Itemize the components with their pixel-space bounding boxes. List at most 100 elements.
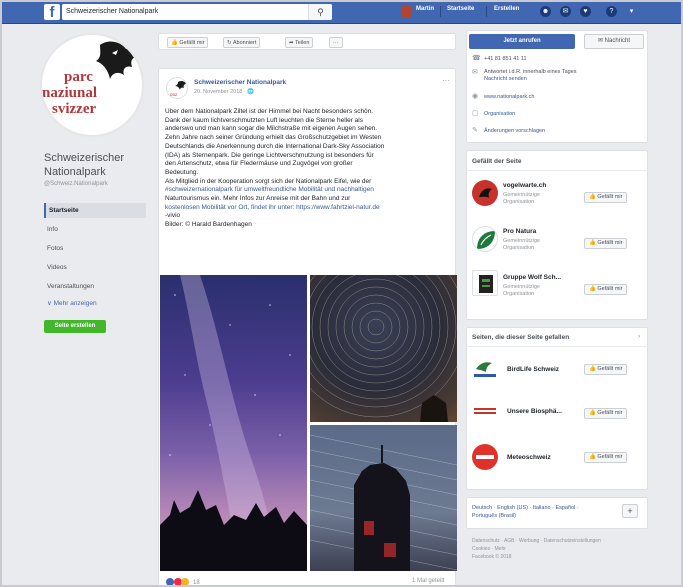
category-icon: ▢ — [472, 110, 479, 117]
nav-item-show-more[interactable]: ∨ Mehr anzeigen — [44, 296, 146, 311]
external-link[interactable]: kostenlosen Mobilität vor Ort, findet ih… — [165, 204, 451, 213]
post-text-line: Zehn Jahre nach seiner Gründung erhielt … — [165, 134, 382, 142]
send-message-link[interactable]: Nachricht senden — [484, 76, 527, 83]
gruppe-wolf-logo[interactable] — [472, 270, 498, 296]
liked-page-name[interactable]: BirdLife Schweiz — [507, 366, 559, 373]
call-button[interactable]: Jetzt anrufen — [469, 34, 575, 49]
post-author-avatar[interactable]: pnz — [166, 77, 188, 99]
nav-item-photos[interactable]: Fotos — [44, 241, 146, 256]
search-icon[interactable]: ⚲ — [308, 4, 332, 20]
chevron-right-icon[interactable]: › — [638, 333, 640, 340]
liked-page-name[interactable]: Unsere Biosphä... — [507, 408, 562, 415]
observatory-image — [310, 434, 457, 571]
phone-number[interactable]: +41 81 851 41 11 — [484, 56, 527, 63]
help-icon[interactable]: ? — [606, 6, 617, 17]
add-language-button[interactable]: + — [622, 504, 638, 518]
post-text-line: den Artenschutz, etwa für Fledermäuse un… — [165, 160, 353, 168]
like-page-button[interactable]: 👍 Gefällt mir — [584, 408, 628, 419]
share-label: Teilen — [295, 40, 310, 46]
user-avatar[interactable] — [401, 6, 412, 17]
divider — [440, 6, 441, 17]
page-action-bar: 👍 Gefällt mir ↻ Abonniert ➦ Teilen ··· — [158, 33, 456, 50]
bird-icon — [479, 188, 492, 198]
chevron-down-icon: ∨ — [47, 300, 54, 307]
like-page-button[interactable]: 👍 Gefällt mir — [584, 192, 628, 203]
page-profile-picture[interactable]: parc naziunal svizzer wild — [40, 33, 144, 137]
footer-links[interactable]: Datenschutz · AGB · Werbung · Datenschut… — [472, 538, 601, 545]
chevron-down-icon[interactable]: ▾ — [626, 6, 637, 17]
post-timestamp[interactable]: 20. November 2018 · 🌐 — [194, 89, 254, 95]
weather-icon — [476, 455, 494, 459]
like-reaction-icon — [166, 578, 174, 586]
subscribe-button[interactable]: ↻ Abonniert — [223, 37, 261, 48]
logo-tagline: wild — [122, 131, 136, 137]
nav-item-info[interactable]: Info — [44, 222, 146, 237]
post-text-line: Als Mitglied in der Kooperation sorgt si… — [165, 177, 372, 185]
logo-text-line: parc — [64, 69, 93, 85]
post-text-line: Bedeutung. — [165, 168, 199, 176]
like-page-button[interactable]: 👍 Gefällt mir — [584, 238, 628, 249]
like-page-button[interactable]: 👍 Gefällt mir — [167, 37, 209, 48]
liked-page-name[interactable]: Gruppe Wolf Sch... — [503, 274, 561, 281]
profile-link[interactable]: Martin — [416, 6, 434, 12]
messenger-icon[interactable]: ✉ — [560, 6, 571, 17]
pro-natura-logo[interactable] — [472, 226, 498, 252]
home-link[interactable]: Startseite — [447, 6, 474, 12]
liked-page-name[interactable]: Pro Natura — [503, 228, 536, 235]
like-label: Gefällt mir — [597, 410, 623, 416]
star-trails-photo[interactable] — [310, 275, 457, 422]
milky-way-image — [160, 275, 307, 571]
like-label: Gefällt mir — [597, 366, 623, 372]
friend-requests-icon[interactable]: ☻ — [540, 6, 551, 17]
biosphere-icon — [474, 408, 496, 414]
liked-page-name[interactable]: vogelwarte.ch — [503, 182, 546, 189]
post-text-line: (IDA) als Sternenpark. Die geringe Licht… — [165, 151, 374, 159]
meteoschweiz-logo[interactable] — [472, 444, 498, 470]
biosphere-logo[interactable] — [472, 398, 498, 424]
response-time: Antwortet i.d.R. innerhalb eines Tages — [484, 69, 577, 75]
reactions-summary[interactable]: 18 — [166, 578, 200, 586]
divider — [466, 346, 648, 347]
language-links[interactable]: Português (Brasil) — [472, 512, 516, 520]
birdlife-logo[interactable] — [472, 355, 498, 381]
create-link[interactable]: Erstellen — [494, 6, 519, 12]
liked-page-category: Gemeinnützige Organisation — [503, 238, 540, 251]
wolf-icon — [479, 275, 493, 293]
message-button[interactable]: ✉ Nachricht — [584, 34, 644, 49]
notifications-icon[interactable]: ♥ — [580, 6, 591, 17]
post-options-icon[interactable]: ··· — [442, 76, 450, 85]
nav-item-videos[interactable]: Videos — [44, 260, 146, 275]
category-link[interactable]: Organisation — [484, 111, 515, 118]
language-links[interactable]: Deutsch · English (US) · Italiano · Espa… — [472, 504, 579, 512]
share-button[interactable]: ➦ Teilen — [285, 37, 314, 48]
post-text-line: -vivio — [165, 212, 181, 220]
observatory-star-trails-photo[interactable] — [310, 425, 457, 571]
post-author-name[interactable]: Schweizerischer Nationalpark — [194, 79, 286, 86]
nav-item-home[interactable]: Startseite — [44, 203, 146, 218]
hashtag-link[interactable]: #schweizernationalpark für umweltfreundl… — [165, 186, 451, 195]
liked-page-name[interactable]: Meteoschweiz — [507, 454, 551, 461]
like-label: Gefällt mir — [597, 286, 623, 292]
divider — [466, 170, 648, 171]
vogelwarte-logo[interactable] — [472, 180, 498, 206]
website-link[interactable]: www.nationalpark.ch — [484, 94, 534, 101]
milky-way-photo[interactable] — [160, 275, 307, 571]
like-page-button[interactable]: 👍 Gefällt mir — [584, 364, 628, 375]
suggest-edits-link[interactable]: Änderungen vorschlagen — [484, 128, 545, 135]
divider — [486, 6, 487, 17]
more-options-button[interactable]: ··· — [329, 37, 343, 48]
create-page-button[interactable]: Seite erstellen — [44, 320, 106, 333]
facebook-logo-icon[interactable]: f — [44, 4, 60, 20]
nav-item-events[interactable]: Veranstaltungen — [44, 279, 146, 294]
post-text-line: Bilder: © Harald Bardenhagen — [165, 221, 252, 229]
like-page-button[interactable]: 👍 Gefällt mir — [584, 284, 628, 295]
footer-links[interactable]: Cookies · Mehr — [472, 546, 506, 553]
search-input[interactable]: Schweizerischer Nationalpark — [62, 4, 332, 20]
card-title: Seiten, die dieser Seite gefallen — [472, 334, 570, 341]
pencil-icon: ✎ — [472, 127, 478, 134]
wow-reaction-icon — [181, 578, 190, 586]
share-count[interactable]: 1 Mal geteilt — [412, 578, 444, 584]
like-page-button[interactable]: 👍 Gefällt mir — [584, 452, 628, 463]
post-body: Über dem Nationalpark Ziltel ist der Him… — [165, 108, 451, 230]
star-trails-image — [310, 275, 457, 422]
